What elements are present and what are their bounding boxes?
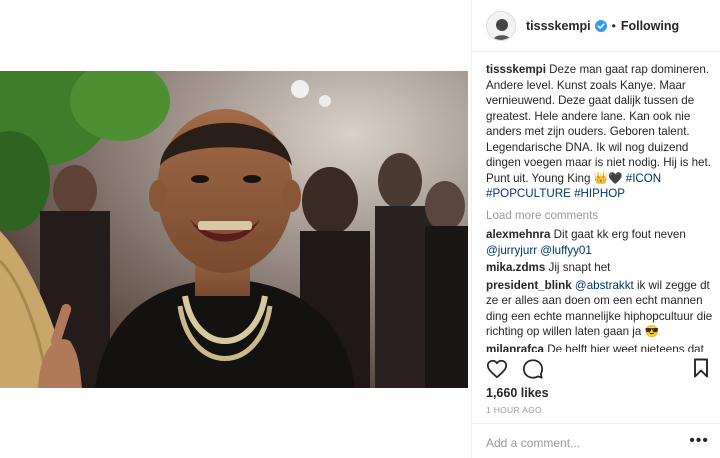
avatar-image: [487, 11, 515, 40]
comment-username[interactable]: alexmehnra: [486, 228, 550, 241]
post-photo[interactable]: [0, 71, 468, 388]
avatar[interactable]: [486, 10, 516, 41]
header-separator: •: [611, 18, 616, 33]
mention-link[interactable]: @jurryjurr: [486, 244, 537, 257]
post-media-area: [0, 0, 470, 458]
post-photo-image: [0, 71, 468, 388]
follow-button[interactable]: Following: [621, 19, 679, 33]
comments-list: tissskempi Deze man gaat rap domineren. …: [486, 62, 716, 352]
hashtag-link[interactable]: #POPCULTURE: [486, 187, 571, 200]
comment-icon[interactable]: [522, 358, 544, 380]
mention-link[interactable]: @luffyy01: [540, 244, 592, 257]
comment-item: mika.zdms Jij snapt het: [486, 260, 716, 276]
post-sidebar: tissskempi • Following tissskempi Deze m…: [471, 0, 720, 458]
comment-username[interactable]: milanrafca: [486, 343, 544, 353]
post-username[interactable]: tissskempi: [526, 19, 591, 33]
comment-item: alexmehnra Dit gaat kk erg fout neven @j…: [486, 227, 716, 258]
add-comment-bar: Add a comment... •••: [472, 423, 720, 458]
comment-text: Jij snapt het: [545, 261, 611, 274]
hashtag-link[interactable]: #HIPHOP: [574, 187, 625, 200]
post-actions: [486, 358, 711, 382]
post-caption: tissskempi Deze man gaat rap domineren. …: [486, 62, 716, 202]
hashtag-link[interactable]: #ICON: [626, 172, 661, 185]
more-options-button[interactable]: •••: [689, 432, 709, 450]
heart-icon[interactable]: [486, 358, 508, 380]
comment-text: Dit gaat kk erg fout neven: [550, 228, 686, 241]
post-header: tissskempi • Following: [472, 0, 720, 52]
verified-badge-icon: [594, 19, 607, 32]
comment-item: president_blink @abstrakkt ik wil zegge …: [486, 278, 716, 340]
caption-text: Deze man gaat rap domineren. Andere leve…: [486, 63, 711, 185]
comment-item: milanrafca De helft hier weet nieteens d…: [486, 342, 716, 353]
caption-username[interactable]: tissskempi: [486, 63, 546, 76]
bookmark-icon[interactable]: [693, 358, 709, 378]
load-more-comments-button[interactable]: Load more comments: [486, 208, 716, 224]
comment-username[interactable]: mika.zdms: [486, 261, 545, 274]
comment-username[interactable]: president_blink: [486, 279, 572, 292]
mention-link[interactable]: @abstrakkt: [575, 279, 634, 292]
add-comment-input[interactable]: Add a comment...: [486, 436, 580, 450]
post-timestamp: 1 HOUR AGO: [486, 405, 542, 415]
likes-count[interactable]: 1,660 likes: [486, 386, 549, 400]
